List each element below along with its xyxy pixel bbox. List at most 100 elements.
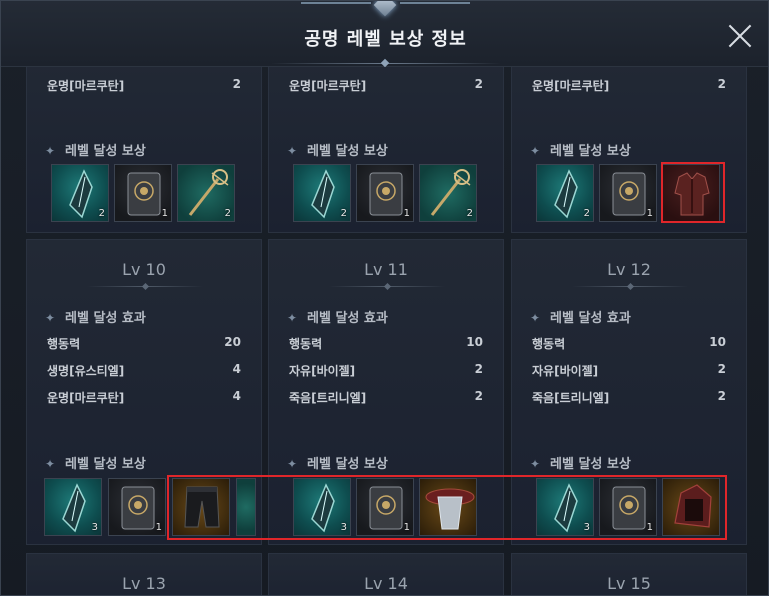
- stat-label: 행동력: [47, 337, 81, 351]
- reward-section-title: ✦ 레벨 달성 보상: [45, 453, 146, 472]
- section-label: 레벨 달성 보상: [65, 144, 146, 159]
- item-count: 2: [340, 208, 347, 219]
- item-count: 2: [583, 208, 590, 219]
- stat-label: 운명[마르쿠탄]: [532, 79, 610, 93]
- reward-section-title: ✦ 레벨 달성 보상: [530, 140, 631, 159]
- stat-row: 자유[바이젤] 2: [289, 362, 483, 379]
- stat-value: 4: [232, 362, 241, 376]
- title-ornament-left: [301, 2, 371, 4]
- section-label: 레벨 달성 보상: [550, 144, 631, 159]
- section-label: 레벨 달성 효과: [550, 311, 631, 326]
- item-count: 3: [340, 522, 347, 533]
- sparkle-icon: ✦: [45, 311, 56, 325]
- stat-value: 2: [474, 389, 483, 403]
- title-bar: 공명 레벨 보상 정보: [1, 1, 768, 68]
- reward-section-title: ✦ 레벨 달성 보상: [45, 140, 146, 159]
- sparkle-icon: ✦: [45, 457, 56, 471]
- section-label: 레벨 달성 보상: [550, 457, 631, 472]
- sparkle-icon: ✦: [530, 144, 541, 158]
- stat-value: 2: [717, 77, 726, 91]
- stat-row: 운명[마르쿠탄] 2: [289, 77, 483, 94]
- item-slot-shard[interactable]: 3: [536, 478, 594, 536]
- item-count: 1: [646, 522, 653, 533]
- reward-section-title: ✦ 레벨 달성 보상: [287, 453, 388, 472]
- stat-row: 행동력 10: [532, 335, 726, 352]
- stat-label: 행동력: [532, 337, 566, 351]
- pants-icon: [184, 486, 220, 528]
- stat-row: 행동력 20: [47, 335, 241, 352]
- reward-card: 운명[마르쿠탄] 2 ✦ 레벨 달성 보상 2 1 2: [268, 67, 504, 233]
- item-slot-staff[interactable]: 2: [419, 164, 477, 222]
- level-title: Lv 15: [607, 574, 651, 593]
- level-title: Lv 13: [122, 574, 166, 593]
- item-slot-crest-box[interactable]: 1: [108, 478, 166, 536]
- level-title: Lv 11: [364, 260, 408, 279]
- effect-section-title: ✦ 레벨 달성 효과: [530, 307, 631, 326]
- item-slot-crest-box[interactable]: 1: [599, 164, 657, 222]
- item-count: 1: [155, 522, 162, 533]
- stat-value: 2: [232, 77, 241, 91]
- item-slot-crest-box[interactable]: 1: [599, 478, 657, 536]
- sparkle-icon: ✦: [287, 311, 298, 325]
- stat-row: 죽음[트리니엘] 2: [532, 389, 726, 406]
- level-divider-dot: [383, 282, 392, 291]
- level-card-13: Lv 13: [26, 553, 262, 595]
- stat-label: 자유[바이젤]: [532, 364, 599, 378]
- level-divider-dot: [626, 282, 635, 291]
- effect-section-title: ✦ 레벨 달성 효과: [45, 307, 146, 326]
- stat-label: 행동력: [289, 337, 323, 351]
- stat-value: 2: [717, 362, 726, 376]
- level-card-10: Lv 10 ✦ 레벨 달성 효과 행동력 20 생명[유스티엘] 4 운명[마르쿠탄]…: [26, 239, 262, 545]
- item-slot-armor[interactable]: [662, 164, 720, 222]
- reward-section-title: ✦ 레벨 달성 보상: [530, 453, 631, 472]
- item-slot-crest-box[interactable]: 1: [356, 478, 414, 536]
- item-slot-hat[interactable]: [419, 478, 477, 536]
- stat-label: 죽음[트리니엘]: [289, 391, 367, 405]
- item-count: 2: [224, 208, 231, 219]
- stat-label: 운명[마르쿠탄]: [47, 391, 125, 405]
- item-slot-pants[interactable]: [172, 478, 230, 536]
- stat-value: 10: [466, 335, 483, 349]
- item-slot-shard[interactable]: 2: [51, 164, 109, 222]
- stat-row: 생명[유스티엘] 4: [47, 362, 241, 379]
- close-icon[interactable]: [727, 23, 753, 49]
- item-count: 1: [161, 208, 168, 219]
- item-slot-staff[interactable]: 2: [177, 164, 235, 222]
- stat-row: 운명[마르쿠탄] 2: [532, 77, 726, 94]
- item-slot-shard[interactable]: 2: [293, 164, 351, 222]
- level-divider-dot: [141, 282, 150, 291]
- title-ornament-right: [400, 2, 470, 4]
- item-slot-shard[interactable]: 2: [536, 164, 594, 222]
- hat-icon: [425, 488, 475, 530]
- stat-row: 운명[마르쿠탄] 4: [47, 389, 241, 406]
- item-count: 1: [403, 208, 410, 219]
- item-slot-hood[interactable]: [662, 478, 720, 536]
- stat-value: 10: [709, 335, 726, 349]
- item-slot-crest-box[interactable]: 1: [114, 164, 172, 222]
- sparkle-icon: ✦: [287, 144, 298, 158]
- section-label: 레벨 달성 효과: [65, 311, 146, 326]
- gem-icon: [373, 1, 397, 17]
- reward-list[interactable]: 운명[마르쿠탄] 2 ✦ 레벨 달성 보상 2 1 2 운명[마르쿠탄] 2 ✦ 레벨: [1, 67, 768, 595]
- level-title: Lv 14: [364, 574, 408, 593]
- armor-icon: [674, 172, 710, 216]
- reward-card: 운명[마르쿠탄] 2 ✦ 레벨 달성 보상 2 1 2: [26, 67, 262, 233]
- item-slot-shard[interactable]: 3: [44, 478, 102, 536]
- item-slot-crest-box[interactable]: 1: [356, 164, 414, 222]
- item-count: 1: [403, 522, 410, 533]
- level-card-14: Lv 14: [268, 553, 504, 595]
- level-title: Lv 10: [122, 260, 166, 279]
- section-label: 레벨 달성 보상: [65, 457, 146, 472]
- title-divider-dot: [380, 58, 390, 68]
- reward-window: 공명 레벨 보상 정보 운명[마르쿠탄] 2 ✦ 레벨 달성 보상 2 1 2: [0, 0, 769, 596]
- stat-row: 자유[바이젤] 2: [532, 362, 726, 379]
- stat-row: 행동력 10: [289, 335, 483, 352]
- stat-label: 운명[마르쿠탄]: [289, 79, 367, 93]
- section-label: 레벨 달성 효과: [307, 311, 388, 326]
- item-count: 1: [646, 208, 653, 219]
- item-slot-shard[interactable]: 3: [293, 478, 351, 536]
- item-slot-partial[interactable]: [236, 478, 256, 536]
- item-count: 2: [466, 208, 473, 219]
- effect-section-title: ✦ 레벨 달성 효과: [287, 307, 388, 326]
- stat-value: 20: [224, 335, 241, 349]
